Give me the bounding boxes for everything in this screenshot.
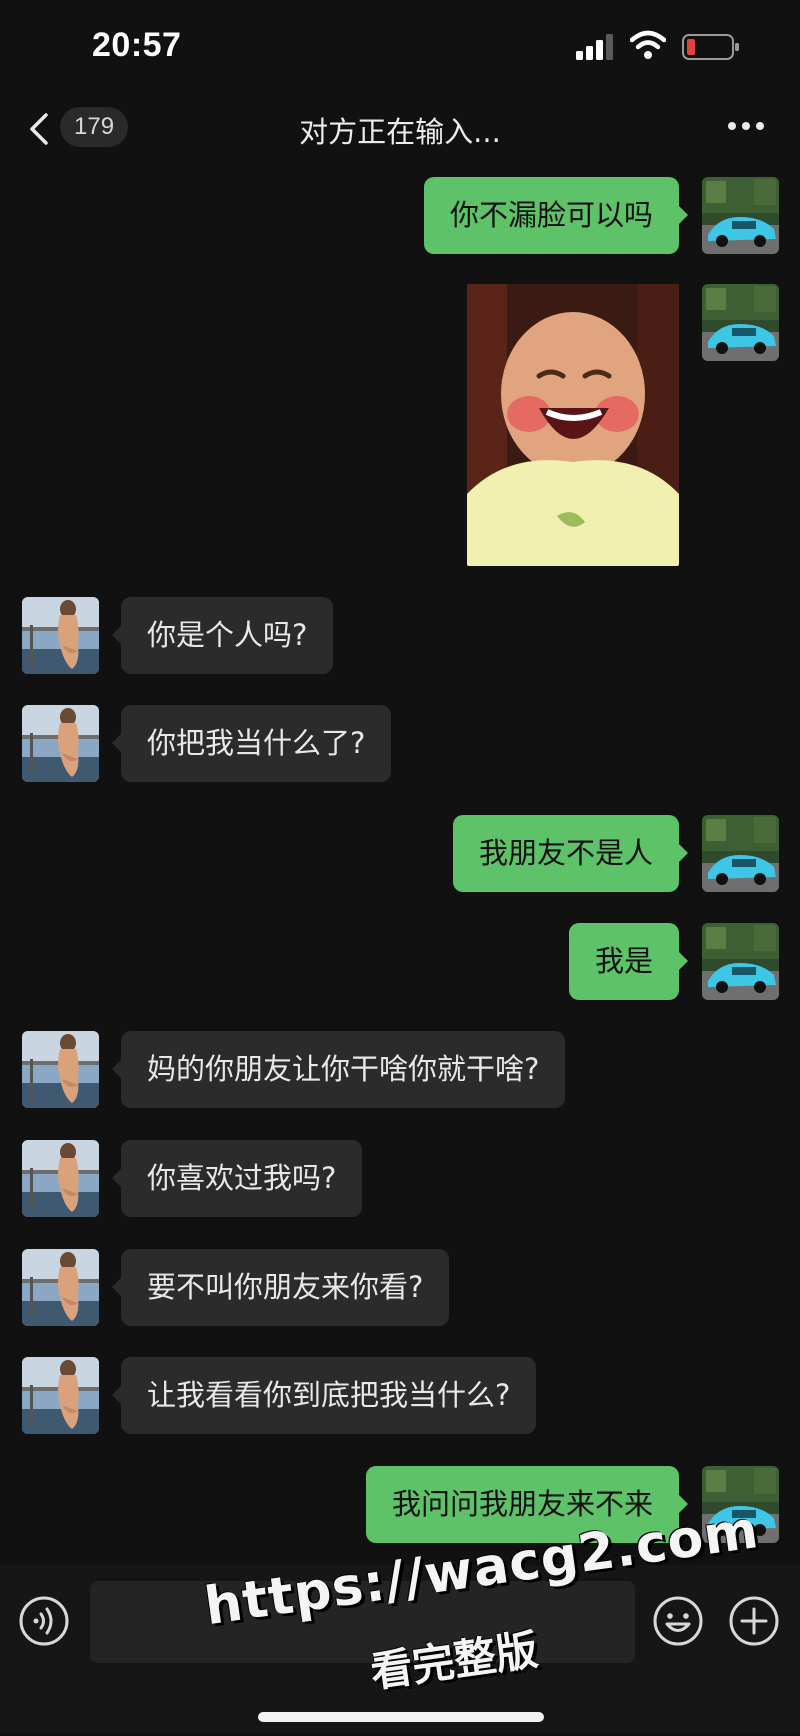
my-avatar[interactable] (702, 923, 779, 1000)
message-input[interactable] (90, 1581, 635, 1663)
chat-header: 179 对方正在输入... (0, 95, 800, 165)
contact-avatar[interactable] (22, 705, 99, 782)
my-avatar[interactable] (702, 1466, 779, 1543)
home-indicator[interactable] (258, 1712, 544, 1722)
my-avatar[interactable] (702, 284, 779, 361)
received-message-bubble[interactable]: 你是个人吗? (111, 597, 334, 674)
message-list[interactable]: 你不漏脸可以吗 你是个人吗? 你把我当什么了? 我朋友不是人 我是 妈的你朋友让… (0, 165, 800, 1565)
my-avatar[interactable] (702, 177, 779, 254)
received-message-bubble[interactable]: 你喜欢过我吗? (111, 1140, 363, 1217)
sent-message-bubble[interactable]: 你不漏脸可以吗 (423, 177, 689, 254)
emoji-icon[interactable] (652, 1595, 704, 1647)
page-title: 对方正在输入... (299, 115, 501, 149)
laughing-baby-sticker[interactable] (467, 284, 679, 566)
unread-count-badge[interactable]: 179 (60, 107, 129, 147)
battery-low-icon (682, 34, 739, 60)
received-message-bubble[interactable]: 妈的你朋友让你干啥你就干啥? (111, 1031, 566, 1108)
sent-message-bubble[interactable]: 我问问我朋友来不来 (365, 1466, 689, 1543)
voice-icon[interactable] (18, 1595, 70, 1647)
more-dots-icon[interactable] (726, 119, 766, 133)
plus-icon[interactable] (728, 1595, 780, 1647)
cellular-signal-icon (576, 34, 613, 60)
sent-message-bubble[interactable]: 我是 (568, 923, 689, 1000)
contact-avatar[interactable] (22, 1031, 99, 1108)
received-message-bubble[interactable]: 让我看看你到底把我当什么? (111, 1357, 537, 1434)
back-chevron-icon[interactable] (26, 111, 52, 147)
status-time: 20:57 (92, 26, 182, 64)
sent-message-bubble[interactable]: 我朋友不是人 (452, 815, 689, 892)
contact-avatar[interactable] (22, 1357, 99, 1434)
contact-avatar[interactable] (22, 597, 99, 674)
contact-avatar[interactable] (22, 1249, 99, 1326)
received-message-bubble[interactable]: 要不叫你朋友来你看? (111, 1249, 450, 1326)
received-message-bubble[interactable]: 你把我当什么了? (111, 705, 392, 782)
contact-avatar[interactable] (22, 1140, 99, 1217)
message-input-bar (0, 1565, 800, 1733)
status-bar: 20:57 (0, 0, 800, 95)
wifi-icon (630, 30, 666, 59)
my-avatar[interactable] (702, 815, 779, 892)
